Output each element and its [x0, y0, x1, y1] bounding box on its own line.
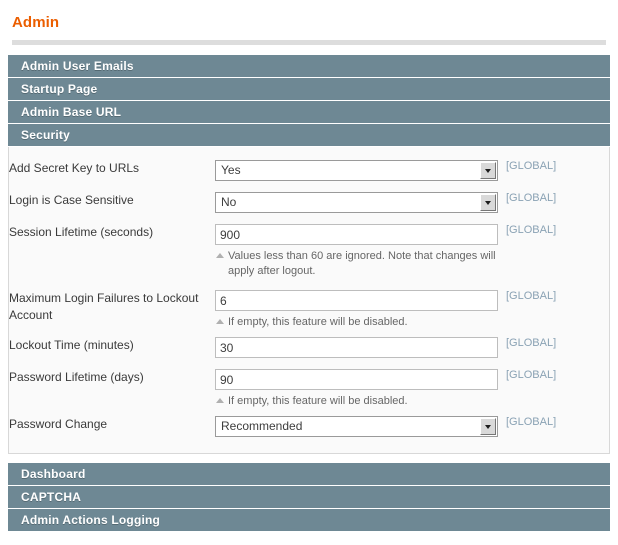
field-note-password-lifetime: If empty, this feature will be disabled. [215, 390, 500, 409]
note-text-line2: apply after logout. [228, 265, 316, 277]
field-row-password-lifetime: Password Lifetime (days) If empty, this … [9, 369, 609, 409]
field-control-add-secret-key: Yes [215, 160, 506, 181]
note-triangle-icon [216, 319, 224, 324]
field-label-lockout-time: Lockout Time (minutes) [9, 338, 134, 352]
chevron-down-icon[interactable] [480, 418, 496, 435]
field-note-max-login-failures: If empty, this feature will be disabled. [215, 311, 500, 330]
select-password-change[interactable]: Recommended [215, 416, 498, 437]
field-control-login-case-sensitive: No [215, 192, 506, 213]
select-value-add-secret-key: Yes [221, 163, 241, 177]
field-label-add-secret-key: Add Secret Key to URLs [9, 161, 140, 175]
security-fields-table: Add Secret Key to URLs Yes [GLOBAL] Logi… [9, 160, 609, 437]
field-row-session-lifetime: Session Lifetime (seconds) Values less t… [9, 224, 609, 279]
section-header-admin-actions-logging[interactable]: Admin Actions Logging [8, 509, 610, 531]
field-row-max-login-failures: Maximum Login Failures to Lockout Accoun… [9, 290, 609, 330]
field-control-lockout-time [215, 337, 506, 358]
max-login-failures-input[interactable] [215, 290, 498, 311]
field-control-max-login-failures: If empty, this feature will be disabled. [215, 290, 506, 330]
row-spacer [9, 213, 609, 224]
field-label-max-login-failures: Maximum Login Failures to Lockout Accoun… [9, 291, 199, 322]
field-scope-add-secret-key: [GLOBAL] [506, 160, 557, 172]
row-spacer [9, 330, 609, 337]
chevron-down-icon[interactable] [480, 162, 496, 179]
page-title: Admin [12, 14, 60, 31]
field-scope-session-lifetime: [GLOBAL] [506, 224, 557, 236]
field-row-add-secret-key: Add Secret Key to URLs Yes [GLOBAL] [9, 160, 609, 181]
select-value-password-change: Recommended [221, 419, 303, 433]
section-header-admin-base-url[interactable]: Admin Base URL [8, 101, 610, 123]
field-label-session-lifetime: Session Lifetime (seconds) [9, 225, 154, 239]
field-label-password-lifetime: Password Lifetime (days) [9, 370, 144, 384]
lockout-time-input[interactable] [215, 337, 498, 358]
field-row-lockout-time: Lockout Time (minutes) [GLOBAL] [9, 337, 609, 358]
admin-config-page: Admin Admin User Emails Startup Page Adm… [0, 0, 618, 531]
row-spacer [9, 279, 609, 290]
config-accordion: Admin User Emails Startup Page Admin Bas… [8, 55, 610, 531]
field-scope-lockout-time: [GLOBAL] [506, 337, 557, 349]
field-control-password-lifetime: If empty, this feature will be disabled. [215, 369, 506, 409]
field-row-password-change: Password Change Recommended [GLOBAL] [9, 416, 609, 437]
field-note-session-lifetime: Values less than 60 are ignored. Note th… [215, 245, 500, 279]
password-lifetime-input[interactable] [215, 369, 498, 390]
page-header: Admin [0, 0, 618, 32]
section-header-startup-page[interactable]: Startup Page [8, 78, 610, 100]
select-add-secret-key[interactable]: Yes [215, 160, 498, 181]
field-control-password-change: Recommended [215, 416, 506, 437]
select-login-case-sensitive[interactable]: No [215, 192, 498, 213]
section-header-captcha[interactable]: CAPTCHA [8, 486, 610, 508]
row-spacer [9, 409, 609, 416]
note-text-line1: If empty, this feature will be disabled. [228, 395, 408, 407]
row-spacer [9, 181, 609, 192]
note-triangle-icon [216, 398, 224, 403]
field-row-login-case-sensitive: Login is Case Sensitive No [GLOBAL] [9, 192, 609, 213]
select-value-login-case-sensitive: No [221, 195, 237, 209]
field-scope-max-login-failures: [GLOBAL] [506, 290, 557, 302]
note-triangle-icon [216, 253, 224, 258]
note-text-line1: If empty, this feature will be disabled. [228, 316, 408, 328]
field-label-login-case-sensitive: Login is Case Sensitive [9, 193, 134, 207]
field-control-session-lifetime: Values less than 60 are ignored. Note th… [215, 224, 506, 279]
section-header-dashboard[interactable]: Dashboard [8, 463, 610, 485]
security-section-body: Add Secret Key to URLs Yes [GLOBAL] Logi… [8, 147, 610, 454]
section-header-admin-user-emails[interactable]: Admin User Emails [8, 55, 610, 77]
title-divider [12, 40, 606, 45]
field-label-password-change: Password Change [9, 417, 108, 431]
field-scope-password-lifetime: [GLOBAL] [506, 369, 557, 381]
section-header-security[interactable]: Security [8, 124, 610, 146]
note-text-line1: Values less than 60 are ignored. Note th… [228, 250, 496, 262]
field-scope-password-change: [GLOBAL] [506, 416, 557, 428]
session-lifetime-input[interactable] [215, 224, 498, 245]
chevron-down-icon[interactable] [480, 194, 496, 211]
field-scope-login-case-sensitive: [GLOBAL] [506, 192, 557, 204]
row-spacer [9, 358, 609, 369]
